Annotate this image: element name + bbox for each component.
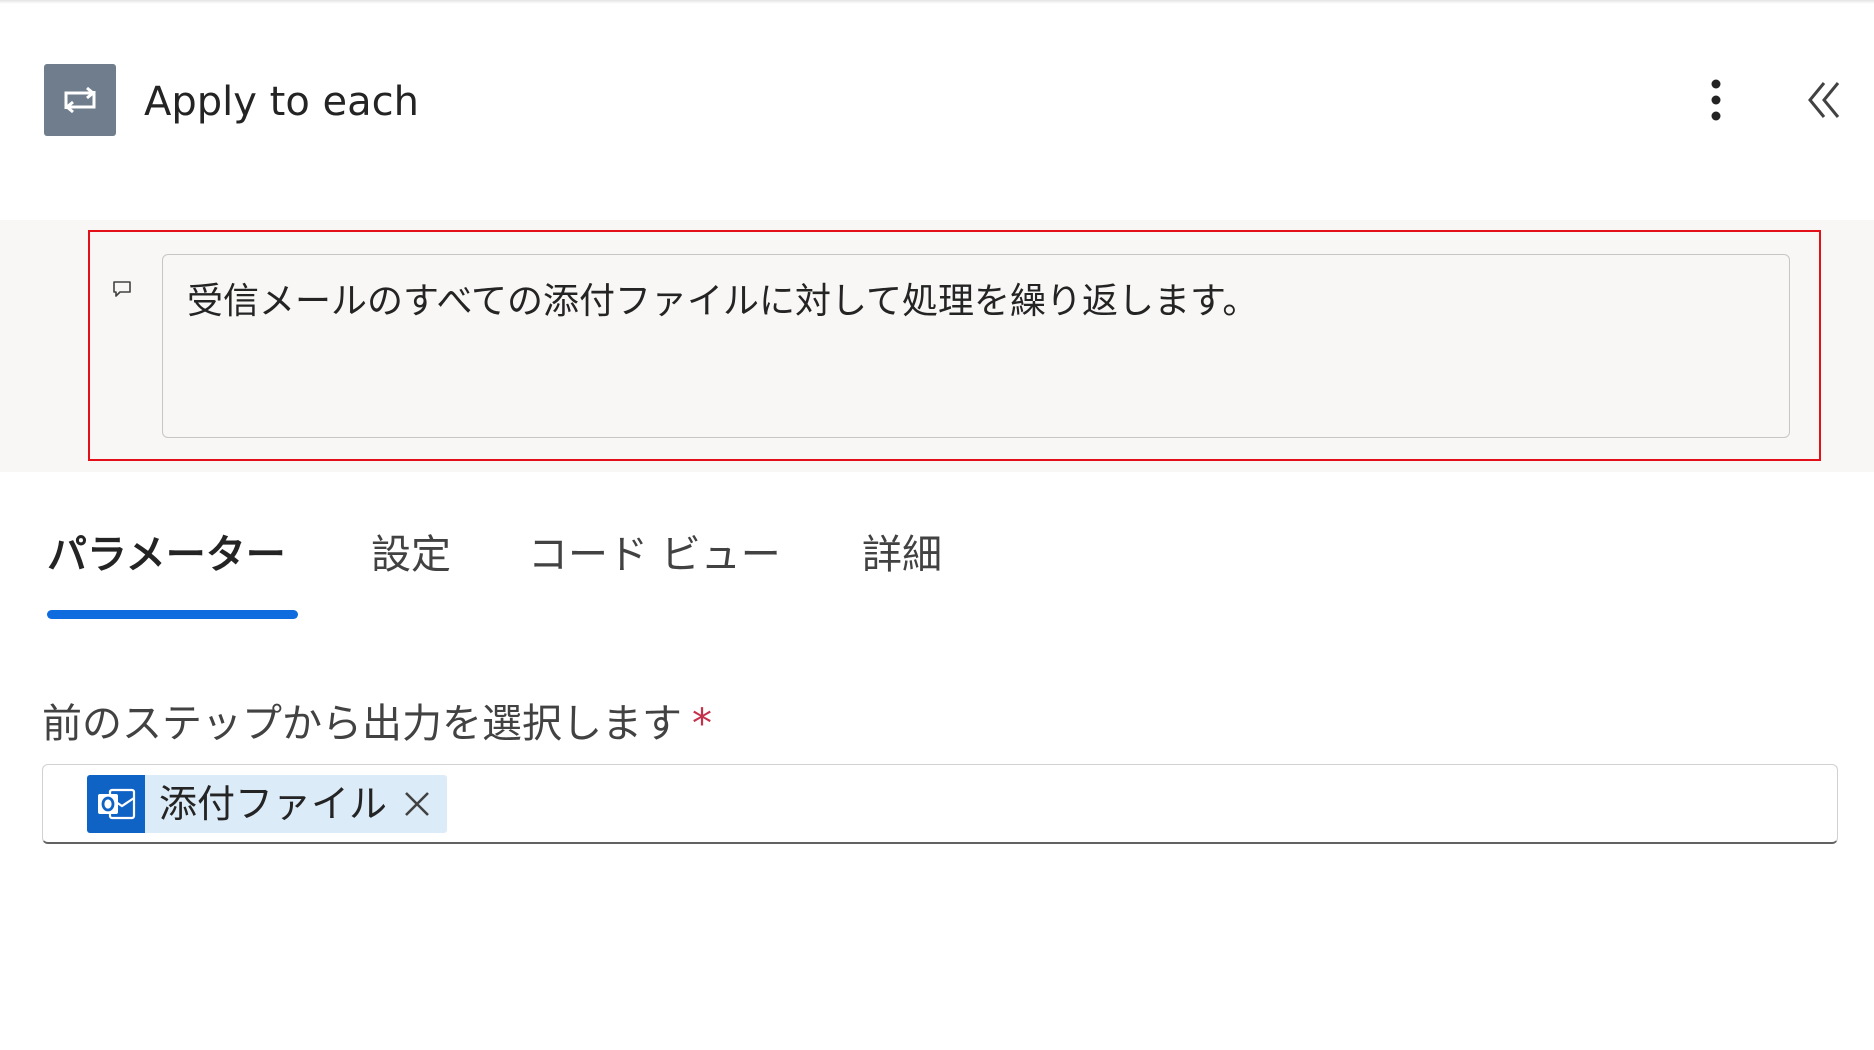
action-title[interactable]: Apply to each xyxy=(144,74,419,130)
comment-icon xyxy=(112,279,132,299)
tab-details[interactable]: 詳細 xyxy=(862,520,942,600)
outlook-icon xyxy=(87,775,145,833)
tab-list: パラメーター 設定 コード ビュー 詳細 xyxy=(0,520,1874,620)
double-chevron-left-icon xyxy=(1808,82,1840,118)
collapse-panel-button[interactable] xyxy=(1800,76,1848,124)
close-icon[interactable] xyxy=(401,788,433,820)
tab-parameters[interactable]: パラメーター xyxy=(47,520,286,600)
required-mark: * xyxy=(692,701,712,747)
tab-settings[interactable]: 設定 xyxy=(371,520,451,600)
action-header: Apply to each xyxy=(0,0,1874,210)
more-vertical-icon xyxy=(1711,79,1721,121)
more-options-button[interactable] xyxy=(1696,76,1736,124)
active-tab-indicator xyxy=(47,610,298,619)
output-selector-input[interactable]: 添付ファイル xyxy=(42,764,1838,844)
comment-textarea[interactable]: 受信メールのすべての添付ファイルに対して処理を繰り返します。 xyxy=(162,254,1790,438)
loop-icon xyxy=(44,64,116,136)
token-label: 添付ファイル xyxy=(159,782,388,826)
token-attachments[interactable]: 添付ファイル xyxy=(87,775,447,833)
field-label: 前のステップから出力を選択します * xyxy=(42,696,712,752)
tab-code-view[interactable]: コード ビュー xyxy=(528,520,781,600)
field-label-text: 前のステップから出力を選択します xyxy=(42,701,682,747)
